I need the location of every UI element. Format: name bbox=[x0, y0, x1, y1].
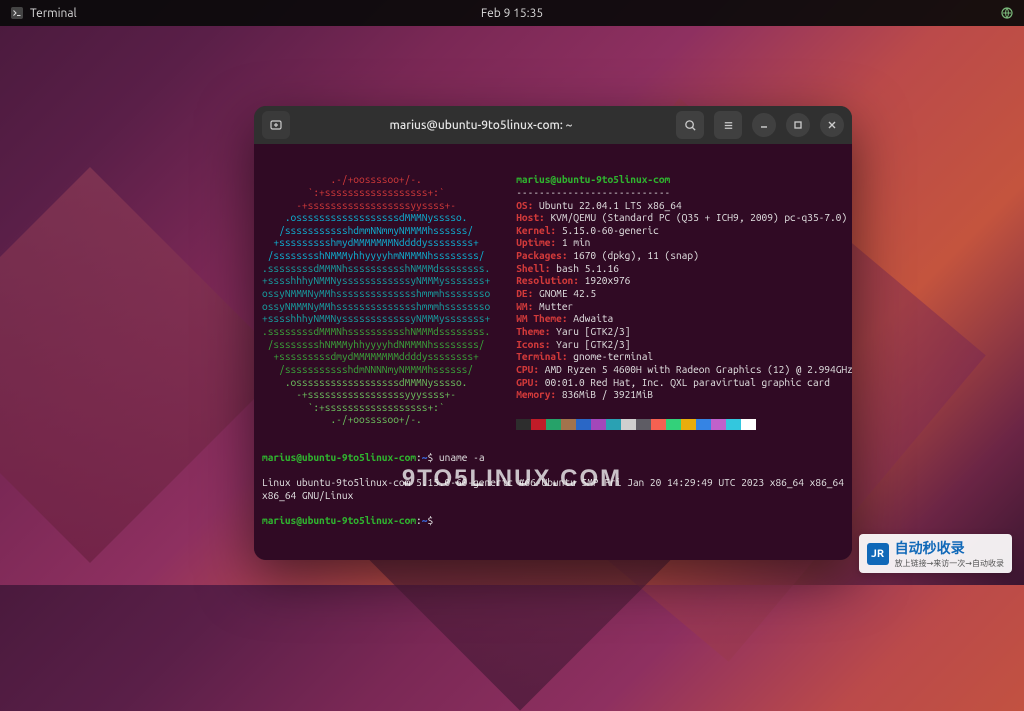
label-wmtheme: WM Theme: bbox=[516, 312, 567, 324]
label-uptime: Uptime: bbox=[516, 236, 556, 248]
badge-subtitle: 放上链接→来访一次→自动收录 bbox=[895, 558, 1004, 569]
terminal-app-icon bbox=[10, 6, 24, 20]
label-gpu: GPU: bbox=[516, 376, 539, 388]
label-icons: Icons: bbox=[516, 338, 550, 350]
label-theme: Theme: bbox=[516, 325, 550, 337]
label-cpu: CPU: bbox=[516, 363, 539, 375]
label-terminal: Terminal: bbox=[516, 350, 567, 362]
corner-badge: JR 自动秒收录 放上链接→来访一次→自动收录 bbox=[859, 534, 1012, 573]
label-host: Host: bbox=[516, 211, 545, 223]
color-palette bbox=[516, 419, 852, 430]
search-button[interactable] bbox=[676, 111, 704, 139]
badge-logo-icon: JR bbox=[867, 543, 889, 565]
network-icon bbox=[1000, 6, 1014, 20]
label-memory: Memory: bbox=[516, 388, 556, 400]
label-shell: Shell: bbox=[516, 262, 550, 274]
neofetch-info: marius@ubuntu-9to5linux-com ------------… bbox=[516, 173, 852, 430]
topbar-clock[interactable]: Feb 9 15:35 bbox=[481, 7, 543, 20]
topbar-app[interactable]: Terminal bbox=[10, 6, 77, 20]
close-button[interactable] bbox=[820, 113, 844, 137]
maximize-button[interactable] bbox=[786, 113, 810, 137]
new-tab-button[interactable] bbox=[262, 111, 290, 139]
minimize-button[interactable] bbox=[752, 113, 776, 137]
window-title: marius@ubuntu-9to5linux-com: ~ bbox=[296, 119, 666, 132]
label-os: OS: bbox=[516, 199, 533, 211]
prompt-user: marius@ubuntu-9to5linux-com bbox=[262, 451, 416, 463]
badge-title: 自动秒收录 bbox=[895, 538, 1004, 558]
menu-button[interactable] bbox=[714, 111, 742, 139]
label-packages: Packages: bbox=[516, 249, 567, 261]
neofetch-logo: .-/+oossssoo+/-. `:+ssssssssssssssssss+:… bbox=[262, 173, 490, 430]
label-kernel: Kernel: bbox=[516, 224, 556, 236]
label-wm: WM: bbox=[516, 300, 533, 312]
command-uname: uname -a bbox=[439, 451, 485, 463]
topbar-app-name: Terminal bbox=[30, 7, 77, 20]
gnome-topbar: Terminal Feb 9 15:35 bbox=[0, 0, 1024, 26]
label-resolution: Resolution: bbox=[516, 274, 579, 286]
topbar-status[interactable] bbox=[1000, 6, 1014, 20]
terminal-titlebar[interactable]: marius@ubuntu-9to5linux-com: ~ bbox=[254, 106, 852, 144]
info-separator: --------------------------- bbox=[516, 186, 852, 199]
info-userhost: marius@ubuntu-9to5linux-com bbox=[516, 173, 852, 186]
watermark-brand: 9TO5LINUX.COM bbox=[402, 465, 622, 493]
label-de: DE: bbox=[516, 287, 533, 299]
terminal-body[interactable]: .-/+oossssoo+/-. `:+ssssssssssssssssss+:… bbox=[254, 144, 852, 560]
